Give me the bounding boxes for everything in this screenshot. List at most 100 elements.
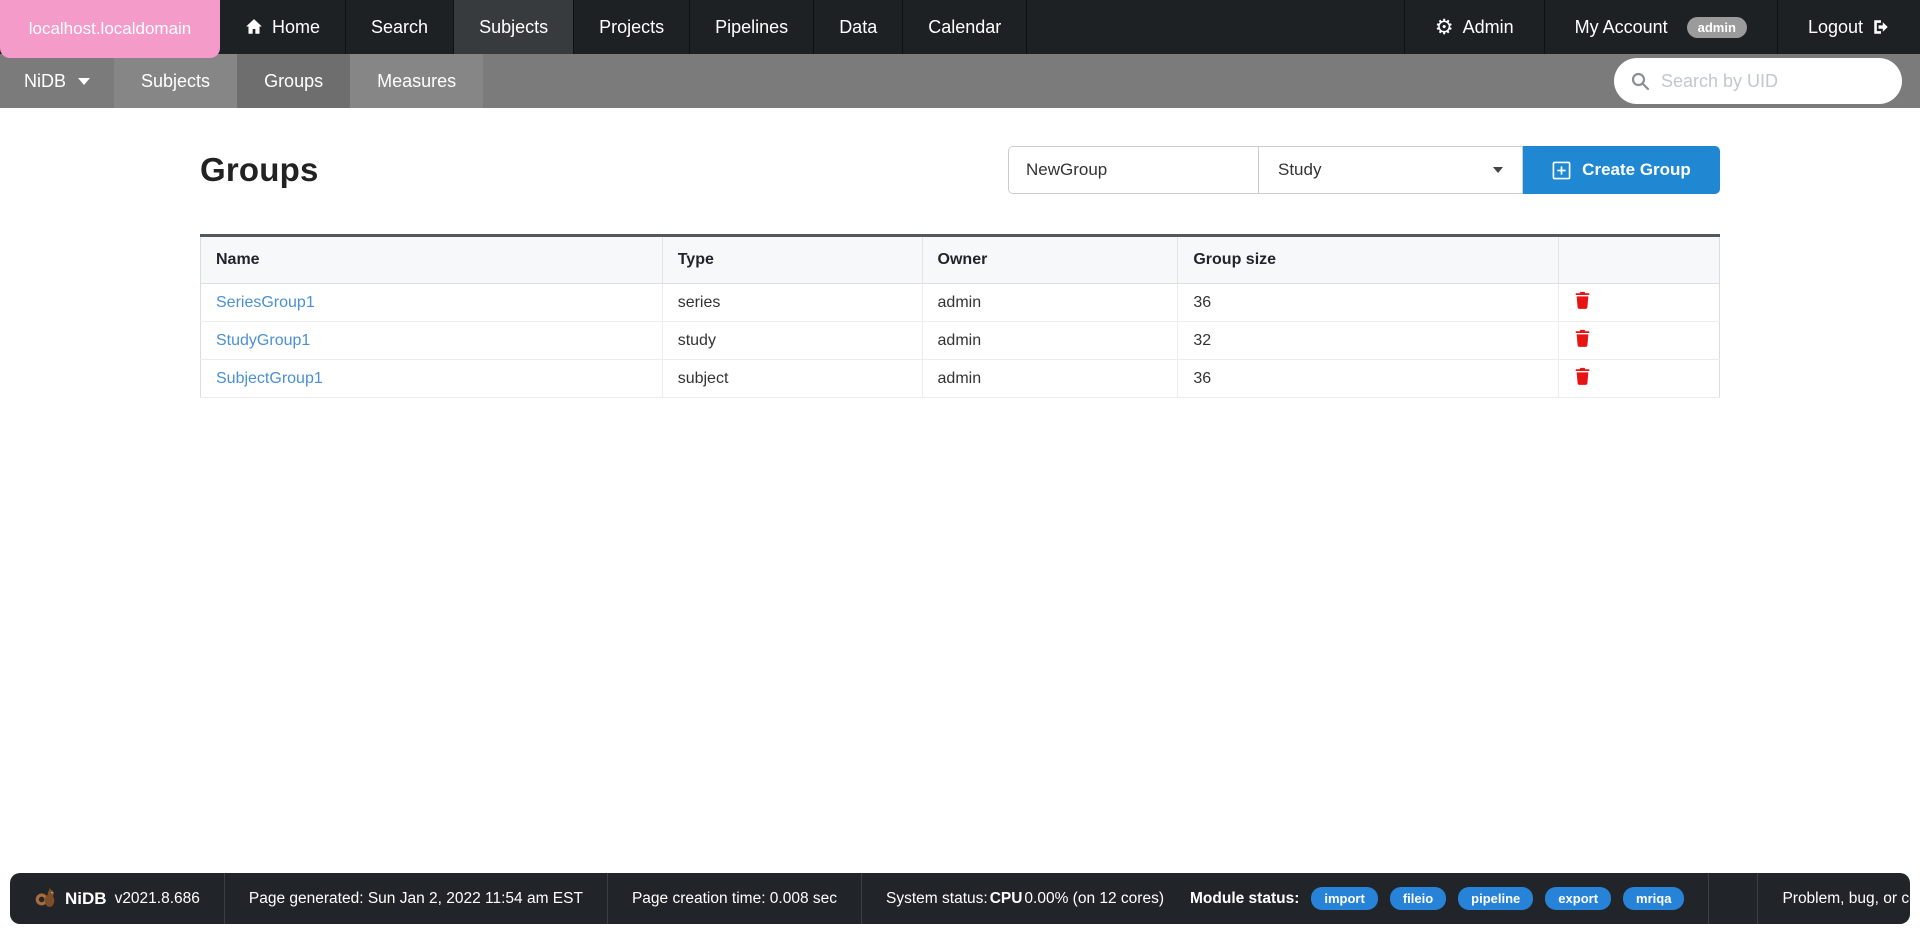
group-row: SeriesGroup1 series admin 36 — [201, 284, 1720, 322]
page-title: Groups — [200, 151, 319, 189]
create-group-button[interactable]: Create Group — [1523, 146, 1720, 194]
footer-report-section: Problem, bug, or comment? Report it — [1757, 873, 1920, 924]
footer-problem-text: Problem, bug, or comment? — [1782, 890, 1920, 908]
delete-group-button[interactable] — [1574, 291, 1591, 309]
logout-label: Logout — [1808, 17, 1863, 38]
group-size-cell: 32 — [1178, 322, 1559, 360]
subnav-item-subjects[interactable]: Subjects — [114, 54, 237, 108]
main-content: Groups Study Create Group Name Type Owne… — [200, 146, 1720, 398]
group-type-cell: study — [662, 322, 922, 360]
group-owner-cell: admin — [922, 284, 1178, 322]
groups-table-header-row: Name Type Owner Group size — [201, 236, 1720, 284]
module-badge-pipeline: pipeline — [1458, 887, 1533, 910]
delete-group-button[interactable] — [1574, 367, 1591, 385]
group-type-cell: series — [662, 284, 922, 322]
footer-version: v2021.8.686 — [115, 890, 200, 908]
nav-item-label: Calendar — [928, 17, 1001, 38]
footer-page-generated: Page generated: Sun Jan 2, 2022 11:54 am… — [224, 873, 607, 924]
uid-search-input[interactable] — [1661, 71, 1886, 92]
top-navbar: localhost.localdomain Home Search Subjec… — [0, 0, 1920, 54]
footer: NiDB v2021.8.686 Page generated: Sun Jan… — [10, 873, 1910, 924]
nav-item-pipelines[interactable]: Pipelines — [690, 0, 814, 54]
subnav-item-label: Groups — [264, 71, 323, 92]
plus-square-icon — [1552, 161, 1571, 180]
create-group-label: Create Group — [1582, 160, 1691, 180]
my-account-menu[interactable]: My Account admin — [1544, 0, 1777, 54]
group-name-link[interactable]: SubjectGroup1 — [216, 370, 323, 387]
footer-cpu-label: CPU — [990, 890, 1023, 908]
nav-item-calendar[interactable]: Calendar — [903, 0, 1027, 54]
nav-item-search[interactable]: Search — [346, 0, 454, 54]
group-owner-cell: admin — [922, 322, 1178, 360]
admin-menu[interactable]: ⚙ Admin — [1404, 0, 1544, 54]
subnav-item-label: Subjects — [141, 71, 210, 92]
nav-item-subjects[interactable]: Subjects — [454, 0, 574, 54]
group-type-selected-value: Study — [1278, 160, 1321, 180]
group-type-select[interactable]: Study — [1259, 146, 1523, 194]
footer-system-status-label: System status: — [886, 890, 988, 908]
footer-page-creation-time: Page creation time: 0.008 sec — [607, 873, 861, 924]
group-size-cell: 36 — [1178, 284, 1559, 322]
sub-navbar: NiDB Subjects Groups Measures — [0, 54, 1920, 108]
admin-label: Admin — [1463, 17, 1514, 38]
footer-brand-section: NiDB v2021.8.686 — [10, 873, 224, 924]
logout-menu[interactable]: Logout — [1777, 0, 1920, 54]
groups-table: Name Type Owner Group size SeriesGroup1 … — [200, 234, 1720, 398]
footer-spacer — [1708, 873, 1757, 924]
footer-page-generated-text: Page generated: Sun Jan 2, 2022 11:54 am… — [249, 890, 583, 908]
subnav-item-groups[interactable]: Groups — [237, 54, 350, 108]
nidb-brand-label: NiDB — [24, 71, 66, 92]
top-navbar-right: ⚙ Admin My Account admin Logout — [1404, 0, 1920, 54]
nidb-logo-squirrel-icon — [34, 887, 57, 910]
hostname-tab: localhost.localdomain — [0, 0, 220, 58]
footer-brand: NiDB — [65, 889, 107, 909]
account-badge: admin — [1687, 17, 1747, 38]
gear-icon: ⚙ — [1435, 17, 1454, 38]
column-header-group-size: Group size — [1178, 236, 1559, 284]
nav-item-label: Data — [839, 17, 877, 38]
module-badge-export: export — [1545, 887, 1611, 910]
hostname-label: localhost.localdomain — [29, 19, 192, 39]
create-group-form: Study Create Group — [1008, 146, 1720, 194]
module-badge-fileio: fileio — [1390, 887, 1446, 910]
group-size-cell: 36 — [1178, 360, 1559, 398]
nav-item-home[interactable]: Home — [220, 0, 346, 54]
nav-item-projects[interactable]: Projects — [574, 0, 690, 54]
module-badge-import: import — [1311, 887, 1377, 910]
trash-icon — [1574, 367, 1591, 385]
nav-item-label: Subjects — [479, 17, 548, 38]
trash-icon — [1574, 329, 1591, 347]
uid-search-box — [1614, 58, 1902, 104]
footer-module-status-label: Module status: — [1190, 890, 1299, 908]
group-owner-cell: admin — [922, 360, 1178, 398]
footer-cpu-value: 0.00% (on 12 cores) — [1024, 890, 1164, 908]
search-icon — [1630, 71, 1650, 91]
nav-item-label: Search — [371, 17, 428, 38]
subnav-item-measures[interactable]: Measures — [350, 54, 483, 108]
column-header-type: Type — [662, 236, 922, 284]
nav-item-data[interactable]: Data — [814, 0, 903, 54]
groups-toolbar: Groups Study Create Group — [200, 146, 1720, 194]
column-header-actions — [1559, 236, 1720, 284]
nav-item-label: Home — [272, 17, 320, 38]
my-account-label: My Account — [1575, 17, 1668, 38]
group-type-cell: subject — [662, 360, 922, 398]
delete-group-button[interactable] — [1574, 329, 1591, 347]
nidb-brand-dropdown[interactable]: NiDB — [0, 54, 114, 108]
group-name-link[interactable]: StudyGroup1 — [216, 332, 310, 349]
module-badge-mriqa: mriqa — [1623, 887, 1684, 910]
group-row: SubjectGroup1 subject admin 36 — [201, 360, 1720, 398]
logout-icon — [1872, 18, 1890, 36]
footer-page-creation-text: Page creation time: 0.008 sec — [632, 890, 837, 908]
footer-status-section: System status:CPU0.00% (on 12 cores) Mod… — [861, 873, 1708, 924]
column-header-owner: Owner — [922, 236, 1178, 284]
new-group-name-input[interactable] — [1008, 146, 1259, 194]
chevron-down-icon — [1493, 167, 1503, 173]
nav-item-label: Pipelines — [715, 17, 788, 38]
subnav-item-label: Measures — [377, 71, 456, 92]
group-name-link[interactable]: SeriesGroup1 — [216, 294, 315, 311]
column-header-name: Name — [201, 236, 663, 284]
nav-item-label: Projects — [599, 17, 664, 38]
trash-icon — [1574, 291, 1591, 309]
group-row: StudyGroup1 study admin 32 — [201, 322, 1720, 360]
